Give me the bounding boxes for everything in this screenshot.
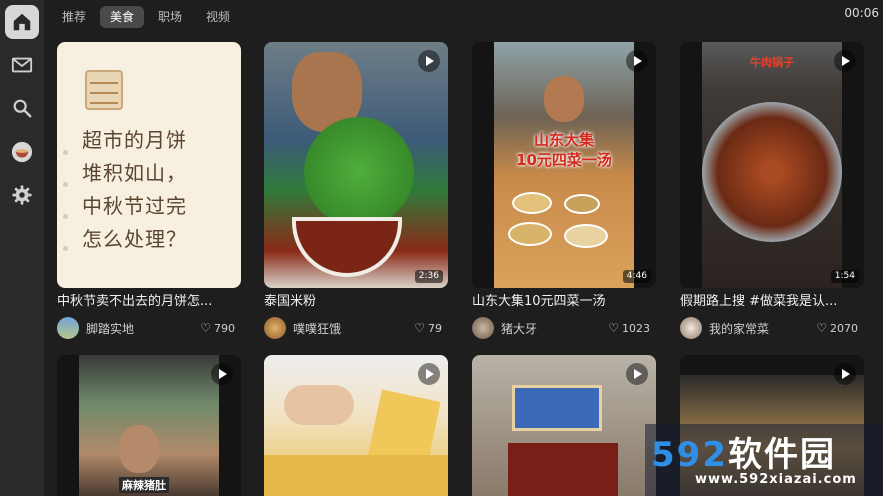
play-icon[interactable]	[211, 363, 233, 385]
search-icon	[13, 99, 32, 118]
feed-card[interactable]: 牛肉锅子 1:54 假期路上搜 #做菜我是认... 我的家常菜 ♡ 2070	[680, 42, 864, 339]
sidebar-item-food[interactable]	[5, 135, 39, 169]
overlay-line: 山东大集	[533, 131, 594, 149]
overlay-line: 10元四菜一汤	[516, 151, 612, 169]
play-icon[interactable]	[418, 50, 440, 72]
like-value: 2070	[830, 321, 858, 335]
note-dot	[63, 182, 68, 187]
play-icon[interactable]	[626, 363, 648, 385]
like-count[interactable]: ♡ 1023	[608, 321, 650, 335]
card-title[interactable]: 泰国米粉	[264, 294, 448, 310]
avatar[interactable]	[264, 317, 286, 339]
card-thumbnail[interactable]: 山东大集 10元四菜一汤 4:46	[472, 42, 656, 288]
author-name[interactable]: 脚踏实地	[86, 320, 134, 337]
heart-icon: ♡	[816, 321, 827, 335]
tab-recommend[interactable]: 推荐	[52, 6, 96, 28]
mail-icon	[11, 57, 33, 73]
watermark: 592软件园 www.592xiazai.com	[645, 424, 883, 496]
author-name[interactable]: 猪大牙	[501, 320, 537, 337]
note-dot	[63, 246, 68, 251]
note-dot	[63, 214, 68, 219]
sidebar-item-messages[interactable]	[5, 48, 39, 82]
sidebar-item-settings[interactable]	[5, 178, 39, 212]
video-duration: 1:54	[830, 270, 859, 283]
play-icon[interactable]	[834, 50, 856, 72]
card-thumbnail[interactable]	[472, 355, 656, 496]
dish	[564, 194, 600, 214]
sidebar-item-home[interactable]	[5, 5, 39, 39]
tab-food[interactable]: 美食	[100, 6, 145, 28]
dish	[508, 222, 552, 246]
noodle-bowl	[292, 217, 402, 277]
feed-card[interactable]: 山东大集 10元四菜一汤 4:46 山东大集10元四菜一汤 猪大牙 ♡ 1023	[472, 42, 656, 339]
note-line: 中秋节过完	[82, 194, 187, 218]
video-overlay-text: 牛肉锅子	[750, 56, 794, 69]
bowl-icon	[11, 141, 33, 163]
like-count[interactable]: ♡ 2070	[816, 321, 858, 335]
avatar[interactable]	[680, 317, 702, 339]
like-value: 1023	[622, 321, 650, 335]
card-thumbnail[interactable]: 牛肉锅子 1:54	[680, 42, 864, 288]
card-thumbnail[interactable]: 2:36	[264, 42, 448, 288]
watermark-url: www.592xiazai.com	[695, 472, 857, 487]
video-duration: 2:36	[414, 270, 443, 283]
play-icon[interactable]	[834, 363, 856, 385]
dish	[564, 224, 608, 248]
card-thumbnail[interactable]: 超市的月饼 堆积如山， 中秋节过完 怎么处理？	[57, 42, 241, 288]
hand	[284, 385, 354, 425]
video-frame	[79, 355, 219, 496]
gift-box	[512, 385, 602, 431]
like-count[interactable]: ♡ 79	[414, 321, 442, 335]
card-title[interactable]: 假期路上搜 #做菜我是认...	[680, 294, 864, 310]
clock: 00:06	[844, 6, 879, 20]
person-face	[544, 76, 584, 122]
shelf-illustration	[85, 70, 123, 110]
like-value: 790	[214, 321, 235, 335]
note-line: 堆积如山，	[82, 161, 187, 185]
tab-video[interactable]: 视频	[196, 6, 240, 28]
person-face	[119, 425, 159, 473]
note-dot	[63, 150, 68, 155]
avatar[interactable]	[472, 317, 494, 339]
dish	[512, 192, 552, 214]
category-tabs: 推荐 美食 职场 视频	[52, 6, 240, 28]
feed-card[interactable]	[264, 355, 448, 496]
herbs-bunch	[304, 117, 414, 227]
feed-card[interactable]	[472, 355, 656, 496]
play-icon[interactable]	[626, 50, 648, 72]
heart-icon: ♡	[414, 321, 425, 335]
author-name[interactable]: 噗噗狂饿	[293, 320, 341, 337]
card-title[interactable]: 中秋节卖不出去的月饼怎...	[57, 294, 241, 310]
gear-icon	[12, 185, 32, 205]
watermark-digits: 592	[651, 435, 728, 475]
gift-box	[508, 443, 618, 496]
cake-slab	[264, 455, 448, 496]
like-value: 79	[428, 321, 442, 335]
heart-icon: ♡	[608, 321, 619, 335]
play-icon[interactable]	[418, 363, 440, 385]
avatar[interactable]	[57, 317, 79, 339]
video-duration: 4:46	[622, 270, 651, 283]
feed-card[interactable]: 超市的月饼 堆积如山， 中秋节过完 怎么处理？ 中秋节卖不出去的月饼怎... 脚…	[57, 42, 241, 339]
heart-icon: ♡	[200, 321, 211, 335]
home-icon	[13, 13, 31, 31]
watermark-logo: 592软件园	[651, 427, 836, 476]
watermark-text: 软件园	[727, 435, 836, 475]
author-name[interactable]: 我的家常菜	[709, 320, 769, 337]
stew-pot	[702, 102, 842, 242]
note-line: 怎么处理？	[82, 227, 187, 251]
note-line: 超市的月饼	[82, 128, 187, 152]
video-overlay-text: 麻辣猪肚	[119, 477, 169, 493]
video-overlay-text: 山东大集 10元四菜一汤	[496, 130, 632, 170]
sidebar-item-search[interactable]	[5, 91, 39, 125]
card-thumbnail[interactable]	[264, 355, 448, 496]
feed-card[interactable]: 2:36 泰国米粉 噗噗狂饿 ♡ 79	[264, 42, 448, 339]
card-title[interactable]: 山东大集10元四菜一汤	[472, 294, 656, 310]
card-thumbnail[interactable]: 麻辣猪肚	[57, 355, 241, 496]
sidebar	[0, 0, 44, 496]
feed-card[interactable]: 麻辣猪肚	[57, 355, 241, 496]
like-count[interactable]: ♡ 790	[200, 321, 235, 335]
tab-workplace[interactable]: 职场	[148, 6, 192, 28]
note-text: 超市的月饼 堆积如山， 中秋节过完 怎么处理？	[82, 124, 232, 256]
